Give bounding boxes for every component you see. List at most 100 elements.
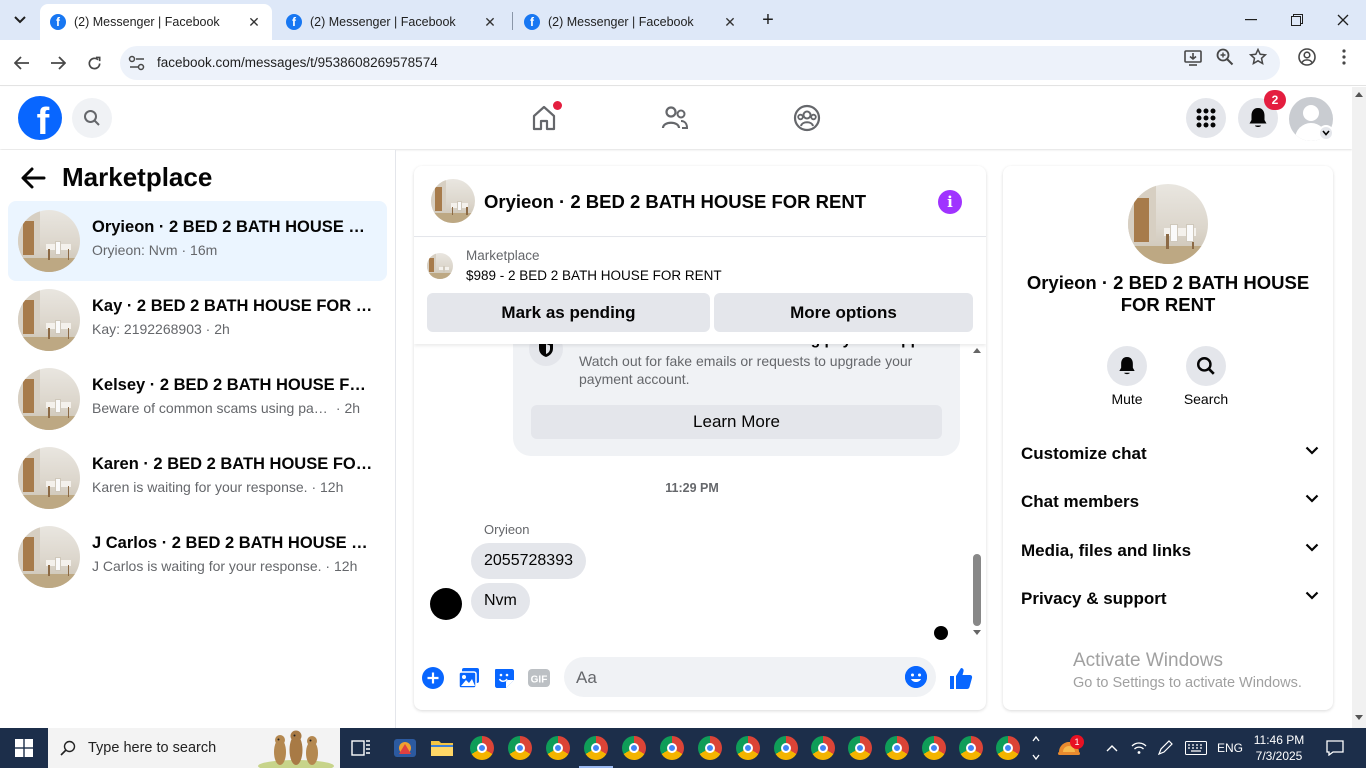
chat-members-section[interactable]: Chat members	[1021, 487, 1321, 517]
gif-icon[interactable]: GIF	[527, 666, 551, 690]
zoom-icon[interactable]	[1216, 48, 1234, 66]
browser-tab-3[interactable]: f (2) Messenger | Facebook ✕	[514, 4, 748, 40]
message-bubble[interactable]: Nvm	[471, 583, 530, 619]
page-scrollbar[interactable]	[1352, 87, 1366, 728]
wifi-icon[interactable]	[1128, 728, 1150, 768]
minimize-icon[interactable]	[1228, 0, 1274, 40]
chrome-icon[interactable]	[848, 736, 872, 760]
chat-listing-thumbnail[interactable]	[431, 179, 475, 223]
chrome-icon[interactable]	[996, 736, 1020, 760]
tab-close-icon[interactable]: ✕	[722, 14, 738, 30]
privacy-support-section[interactable]: Privacy & support	[1021, 584, 1321, 614]
browser-menu-icon[interactable]	[1335, 48, 1353, 66]
tab-search-menu-icon[interactable]	[8, 9, 32, 31]
browser-tab-1[interactable]: f (2) Messenger | Facebook ✕	[40, 4, 272, 40]
listing-thumbnail[interactable]	[1128, 184, 1208, 264]
back-arrow-icon[interactable]	[10, 51, 34, 75]
listing-title[interactable]: $989 - 2 BED 2 BATH HOUSE FOR RENT	[466, 268, 722, 283]
preview-text: Karen is waiting for your response.	[92, 479, 308, 495]
language-indicator[interactable]: ENG	[1214, 728, 1246, 768]
chrome-icon[interactable]	[885, 736, 909, 760]
facebook-logo-icon[interactable]: f	[18, 96, 62, 140]
pen-icon[interactable]	[1154, 728, 1176, 768]
bookmark-star-icon[interactable]	[1249, 48, 1267, 66]
account-chevron-down-icon[interactable]	[1318, 125, 1334, 141]
chat-scrollbar[interactable]	[970, 344, 984, 638]
address-bar[interactable]: facebook.com/messages/t/9538608269578574	[120, 46, 1280, 80]
url-text[interactable]: facebook.com/messages/t/9538608269578574	[157, 55, 438, 70]
customize-chat-section[interactable]: Customize chat	[1021, 439, 1321, 469]
task-view-icon[interactable]	[349, 736, 373, 760]
taskbar-search-box[interactable]: Type here to search	[48, 728, 340, 768]
thumbs-up-icon[interactable]	[949, 666, 973, 690]
app-icon[interactable]	[393, 736, 417, 760]
close-window-icon[interactable]	[1320, 0, 1366, 40]
reload-icon[interactable]	[82, 51, 106, 75]
chrome-icon[interactable]	[660, 736, 684, 760]
photo-icon[interactable]	[457, 666, 481, 690]
tab-close-icon[interactable]: ✕	[482, 14, 498, 30]
sticker-icon[interactable]	[492, 666, 516, 690]
sender-avatar[interactable]	[430, 588, 462, 620]
learn-more-button[interactable]: Learn More	[531, 405, 942, 439]
friends-icon[interactable]	[645, 87, 705, 149]
chrome-icon[interactable]	[546, 736, 570, 760]
install-app-icon[interactable]	[1184, 48, 1202, 66]
system-clock[interactable]: 11:46 PM 7/3/2025	[1248, 732, 1310, 764]
conversation-item[interactable]: Oryieon · 2 BED 2 BATH HOUSE FOR RENT Or…	[8, 201, 387, 281]
plus-circle-icon[interactable]	[421, 666, 445, 690]
info-icon[interactable]: i	[938, 190, 962, 214]
facebook-search-icon[interactable]	[72, 98, 112, 138]
new-tab-plus-icon[interactable]: +	[756, 8, 780, 32]
browser-tab-2[interactable]: f (2) Messenger | Facebook ✕	[276, 4, 508, 40]
restore-icon[interactable]	[1274, 0, 1320, 40]
more-options-button[interactable]: More options	[714, 293, 973, 332]
profile-icon[interactable]	[1298, 48, 1316, 66]
media-files-links-section[interactable]: Media, files and links	[1021, 536, 1321, 566]
tab-close-icon[interactable]: ✕	[246, 14, 262, 30]
chrome-icon[interactable]	[584, 736, 608, 760]
scroll-up-arrow-icon[interactable]	[973, 348, 981, 353]
chrome-icon[interactable]	[959, 736, 983, 760]
chrome-icon[interactable]	[774, 736, 798, 760]
scroll-down-arrow-icon[interactable]	[1355, 715, 1363, 720]
taskbar-scroll-icon[interactable]	[1028, 728, 1044, 768]
windows-start-icon[interactable]	[0, 728, 48, 768]
back-arrow-icon[interactable]	[20, 166, 50, 192]
home-icon[interactable]	[514, 87, 574, 149]
weather-app-icon[interactable]: 1	[1052, 728, 1086, 768]
listing-thumbnail	[18, 526, 80, 588]
show-hidden-icons-chevron-up-icon[interactable]	[1102, 728, 1122, 768]
chrome-icon[interactable]	[922, 736, 946, 760]
site-settings-icon[interactable]	[128, 55, 146, 71]
marketplace-label: Marketplace	[466, 248, 540, 263]
chat-header: Oryieon · 2 BED 2 BATH HOUSE FOR RENT i	[414, 166, 986, 237]
file-explorer-icon[interactable]	[430, 736, 454, 760]
chat-title[interactable]: Oryieon · 2 BED 2 BATH HOUSE FOR RENT	[484, 191, 866, 213]
conversation-item[interactable]: Kay · 2 BED 2 BATH HOUSE FOR RENT Kay: 2…	[8, 280, 387, 360]
message-bubble[interactable]: 2055728393	[471, 543, 586, 579]
chrome-icon[interactable]	[736, 736, 760, 760]
forward-arrow-icon[interactable]	[46, 51, 70, 75]
conversation-item[interactable]: Karen · 2 BED 2 BATH HOUSE FOR RENT Kare…	[8, 438, 387, 518]
conversation-item[interactable]: J Carlos · 2 BED 2 BATH HOUSE FOR RENT J…	[8, 517, 387, 597]
chrome-icon[interactable]	[508, 736, 532, 760]
menu-grid-icon[interactable]	[1186, 98, 1226, 138]
chat-scroll-thumb[interactable]	[973, 554, 981, 626]
chrome-icon[interactable]	[698, 736, 722, 760]
mark-as-pending-button[interactable]: Mark as pending	[427, 293, 710, 332]
emoji-icon[interactable]	[905, 666, 927, 688]
message-input[interactable]: Aa	[564, 657, 936, 697]
search-in-conversation-button[interactable]: Search	[1174, 346, 1238, 407]
chrome-icon[interactable]	[811, 736, 835, 760]
watermark-subtitle: Go to Settings to activate Windows.	[1073, 675, 1302, 691]
groups-icon[interactable]	[777, 87, 837, 149]
mute-button[interactable]: Mute	[1095, 346, 1159, 407]
scroll-up-arrow-icon[interactable]	[1355, 92, 1363, 97]
scroll-down-arrow-icon[interactable]	[973, 630, 981, 635]
chrome-icon[interactable]	[622, 736, 646, 760]
keyboard-icon[interactable]	[1182, 728, 1210, 768]
chrome-icon[interactable]	[470, 736, 494, 760]
conversation-item[interactable]: Kelsey · 2 BED 2 BATH HOUSE FOR RENT Bew…	[8, 359, 387, 439]
notification-center-icon[interactable]	[1320, 728, 1350, 768]
